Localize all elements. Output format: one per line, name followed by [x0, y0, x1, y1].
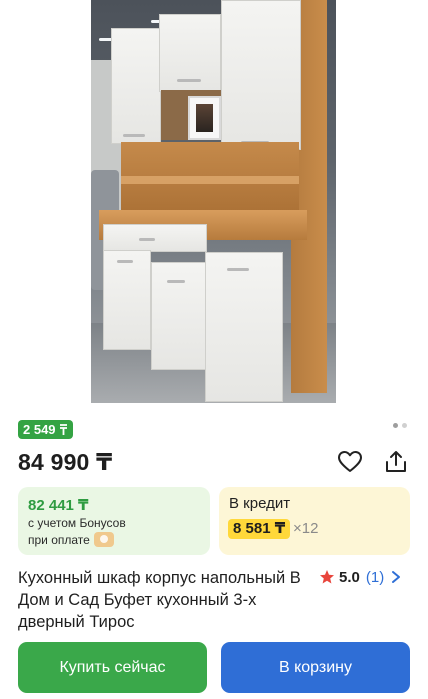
favorite-button[interactable] — [337, 449, 363, 475]
product-price: 84 990 ₸ — [18, 449, 113, 475]
chevron-right-icon — [392, 571, 401, 583]
gallery-indicator — [393, 423, 409, 429]
bonus-currency-icon — [60, 424, 68, 435]
share-icon — [386, 451, 406, 472]
bonus-note-line2-row: при оплате — [28, 532, 114, 548]
star-icon — [320, 570, 334, 584]
bonus-price-card[interactable]: 82 441 ₸ с учетом Бонусов при оплате — [18, 487, 210, 555]
buy-now-button[interactable]: Купить сейчас — [18, 642, 207, 693]
bonus-price: 82 441 ₸ — [28, 497, 89, 514]
credit-title: В кредит — [229, 495, 291, 512]
bonus-badge: 2 549 — [18, 420, 74, 439]
product-image-area[interactable] — [0, 0, 428, 405]
product-title: Кухонный шкаф корпус напольный В Дом и С… — [18, 569, 301, 631]
credit-months: ×12 — [293, 520, 319, 537]
share-button[interactable] — [383, 449, 409, 475]
review-count[interactable]: (1) — [366, 569, 384, 586]
rating-value: 5.0 — [339, 568, 360, 586]
bonus-note-line1: с учетом Бонусов — [28, 516, 126, 530]
bonus-note-line2: при оплате — [28, 533, 90, 547]
heart-icon — [338, 451, 362, 472]
credit-card[interactable]: В кредит 8 581 ₸ ×12 — [219, 487, 410, 555]
product-image[interactable] — [91, 0, 336, 403]
gallery-dot — [402, 423, 407, 428]
credit-monthly-amount: 8 581 ₸ — [228, 519, 291, 539]
bonus-badge-text: 2 549 — [23, 422, 60, 437]
gallery-dot-active — [393, 423, 398, 428]
bonus-coin-icon — [93, 532, 114, 548]
add-to-cart-button[interactable]: В корзину — [221, 642, 410, 693]
rating-link[interactable]: 5.0 (1) — [319, 567, 401, 587]
